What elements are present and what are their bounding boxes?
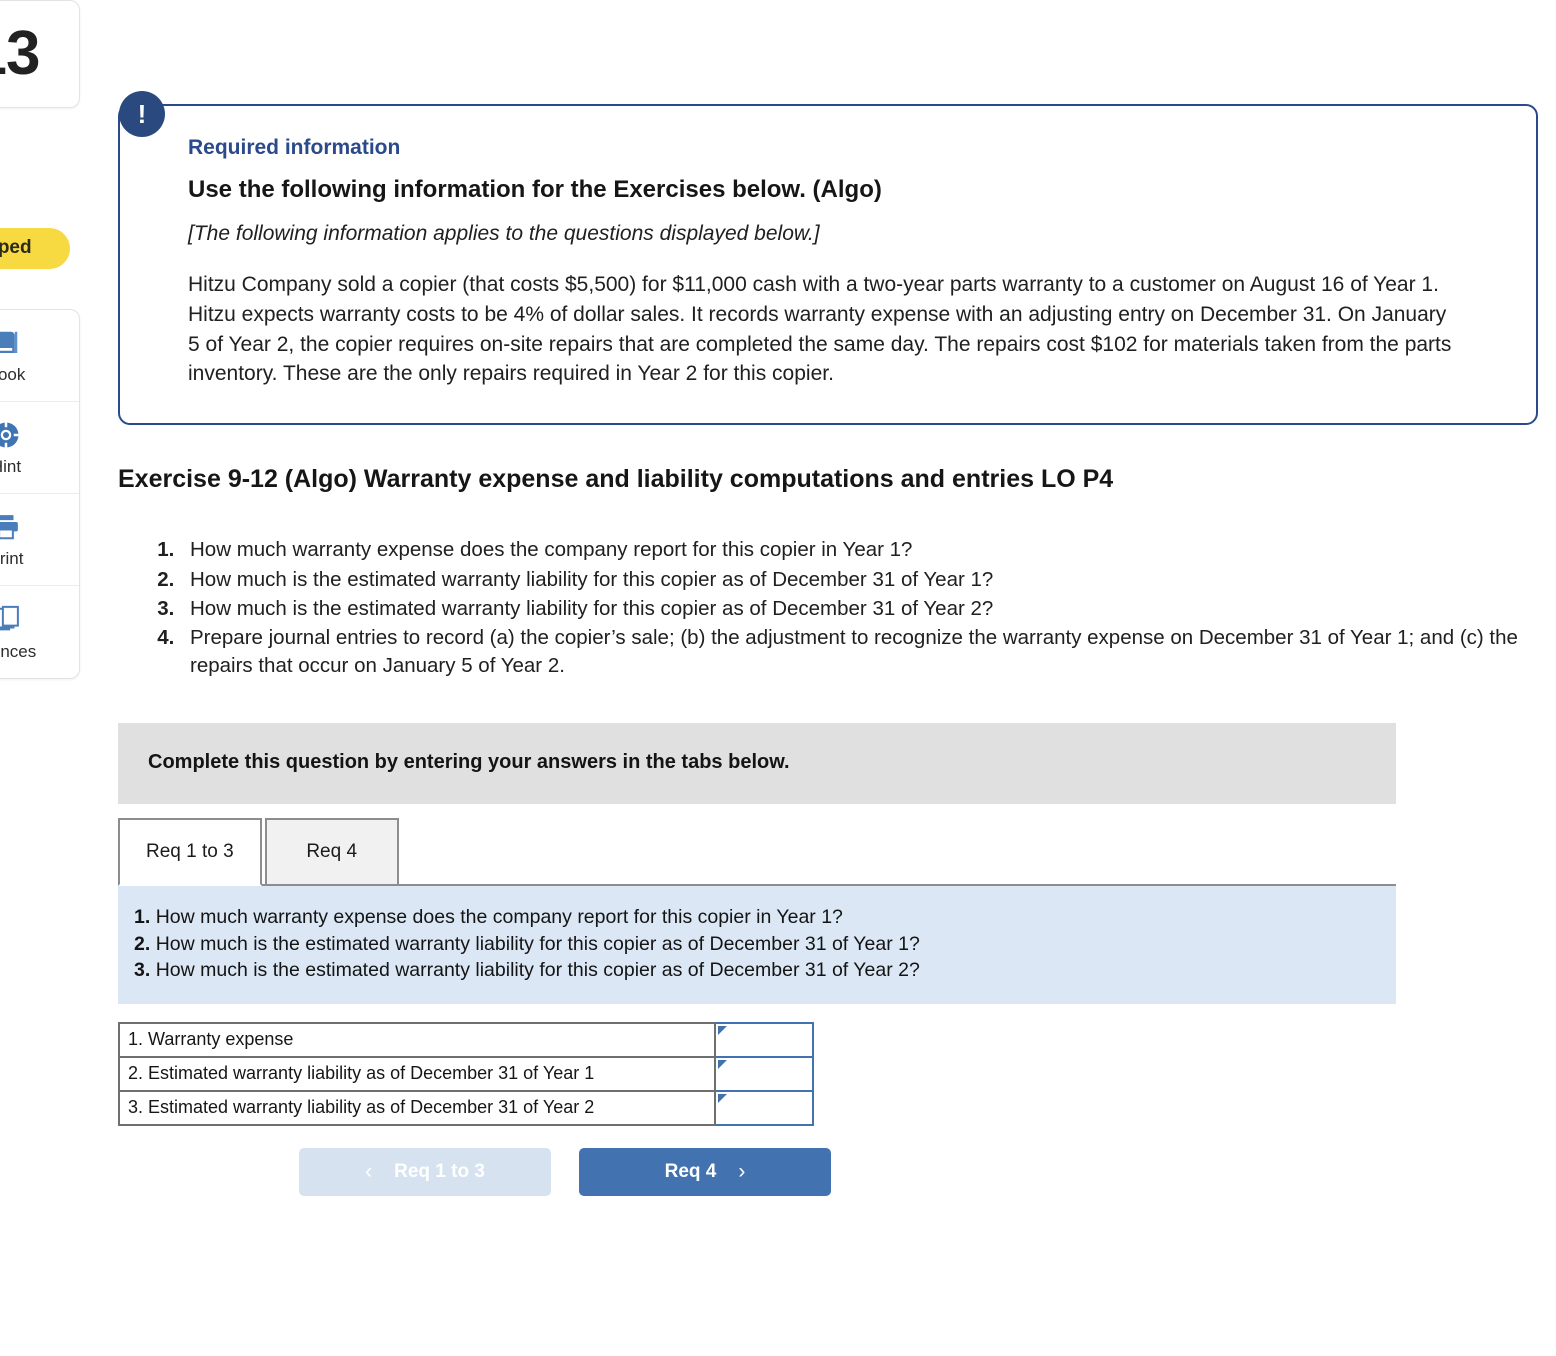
- table-row: 3. Estimated warranty liability as of De…: [118, 1090, 814, 1127]
- answer-input-warranty-expense[interactable]: [716, 1024, 812, 1057]
- tab-req-4[interactable]: Req 4: [264, 817, 399, 886]
- answer-input-cell[interactable]: [714, 1056, 814, 1093]
- question-panel-num: 1.: [134, 905, 151, 928]
- required-information-callout: ! Required information Use the following…: [118, 91, 1538, 426]
- question-panel-num: 2.: [134, 932, 151, 955]
- requirement-item: Prepare journal entries to record (a) th…: [180, 624, 1538, 681]
- question-panel-text: How much is the estimated warranty liabi…: [155, 932, 920, 955]
- question-panel-line: 2. How much is the estimated warranty li…: [134, 931, 1396, 958]
- sidebar-item-hint[interactable]: Hint: [0, 402, 79, 494]
- sidebar-item-ebook[interactable]: Book: [0, 310, 79, 402]
- requirements-list: How much warranty expense does the compa…: [118, 536, 1538, 680]
- req-tabs: Req 1 to 3 Req 4: [118, 817, 1538, 886]
- required-information-note: [The following information applies to th…: [188, 222, 820, 245]
- complete-question-banner: Complete this question by entering your …: [118, 722, 1396, 804]
- answer-table: 1. Warranty expense 2. Estimated warrant…: [118, 1022, 814, 1127]
- next-req-button[interactable]: Req 4 ›: [579, 1148, 831, 1197]
- next-req-label: Req 4: [664, 1161, 717, 1183]
- exclamation-icon: !: [119, 91, 165, 137]
- question-panel-text: How much is the estimated warranty liabi…: [155, 959, 920, 982]
- sidebar-item-label: erences: [0, 641, 37, 661]
- sidebar-item-references[interactable]: erences: [0, 586, 79, 678]
- tab-req-1-to-3[interactable]: Req 1 to 3: [118, 817, 262, 886]
- comment-marker-icon: [718, 1060, 727, 1070]
- references-icon: [0, 603, 21, 637]
- sidebar-item-label: Book: [0, 365, 26, 384]
- answer-input-liability-year-1[interactable]: [716, 1058, 812, 1091]
- question-panel-text: How much warranty expense does the compa…: [155, 905, 843, 928]
- required-information-title: Use the following information for the Ex…: [188, 176, 882, 203]
- question-panel-num: 3.: [134, 959, 151, 982]
- sidebar-item-print[interactable]: Print: [0, 494, 79, 586]
- chevron-left-icon: ‹: [365, 1160, 373, 1184]
- tab-navigation: ‹ Req 1 to 3 Req 4 ›: [118, 1148, 1012, 1197]
- required-information-body: Hitzu Company sold a copier (that costs …: [188, 273, 1452, 386]
- sidebar-item-label: Print: [0, 549, 24, 568]
- requirement-item: How much is the estimated warranty liabi…: [180, 566, 1538, 594]
- exercise-title: Exercise 9-12 (Algo) Warranty expense an…: [118, 465, 1114, 494]
- question-number: 13: [0, 19, 40, 88]
- lifebuoy-icon: [0, 418, 21, 452]
- chevron-right-icon: ›: [738, 1160, 746, 1184]
- ebook-icon: [0, 326, 21, 360]
- answer-row-label: 1. Warranty expense: [118, 1022, 716, 1059]
- prev-req-button[interactable]: ‹ Req 1 to 3: [299, 1148, 551, 1197]
- comment-marker-icon: [718, 1026, 727, 1036]
- status-badge-skipped: kipped: [0, 228, 70, 269]
- printer-icon: [0, 510, 21, 544]
- table-row: 2. Estimated warranty liability as of De…: [118, 1056, 814, 1093]
- answer-input-liability-year-2[interactable]: [716, 1092, 812, 1125]
- table-row: 1. Warranty expense: [118, 1022, 814, 1059]
- requirement-item: How much is the estimated warranty liabi…: [180, 595, 1538, 623]
- answer-row-label: 2. Estimated warranty liability as of De…: [118, 1056, 716, 1093]
- answer-row-label: 3. Estimated warranty liability as of De…: [118, 1090, 716, 1127]
- question-panel-line: 3. How much is the estimated warranty li…: [134, 957, 1396, 984]
- required-information-label: Required information: [188, 136, 401, 159]
- answer-input-cell[interactable]: [714, 1022, 814, 1059]
- answer-input-cell[interactable]: [714, 1090, 814, 1127]
- tool-stack: Book Hint: [0, 309, 80, 679]
- question-number-card: 13: [0, 0, 80, 108]
- left-sidebar: 13 s kipped Book: [0, 0, 80, 679]
- status-text: s: [0, 194, 80, 214]
- main-content: ! Required information Use the following…: [118, 0, 1538, 1197]
- question-panel-line: 1. How much warranty expense does the co…: [134, 904, 1396, 931]
- comment-marker-icon: [718, 1094, 727, 1104]
- requirement-item: How much warranty expense does the compa…: [180, 536, 1538, 564]
- question-panel: 1. How much warranty expense does the co…: [118, 885, 1396, 1005]
- sidebar-item-label: Hint: [0, 457, 22, 476]
- prev-req-label: Req 1 to 3: [394, 1161, 485, 1183]
